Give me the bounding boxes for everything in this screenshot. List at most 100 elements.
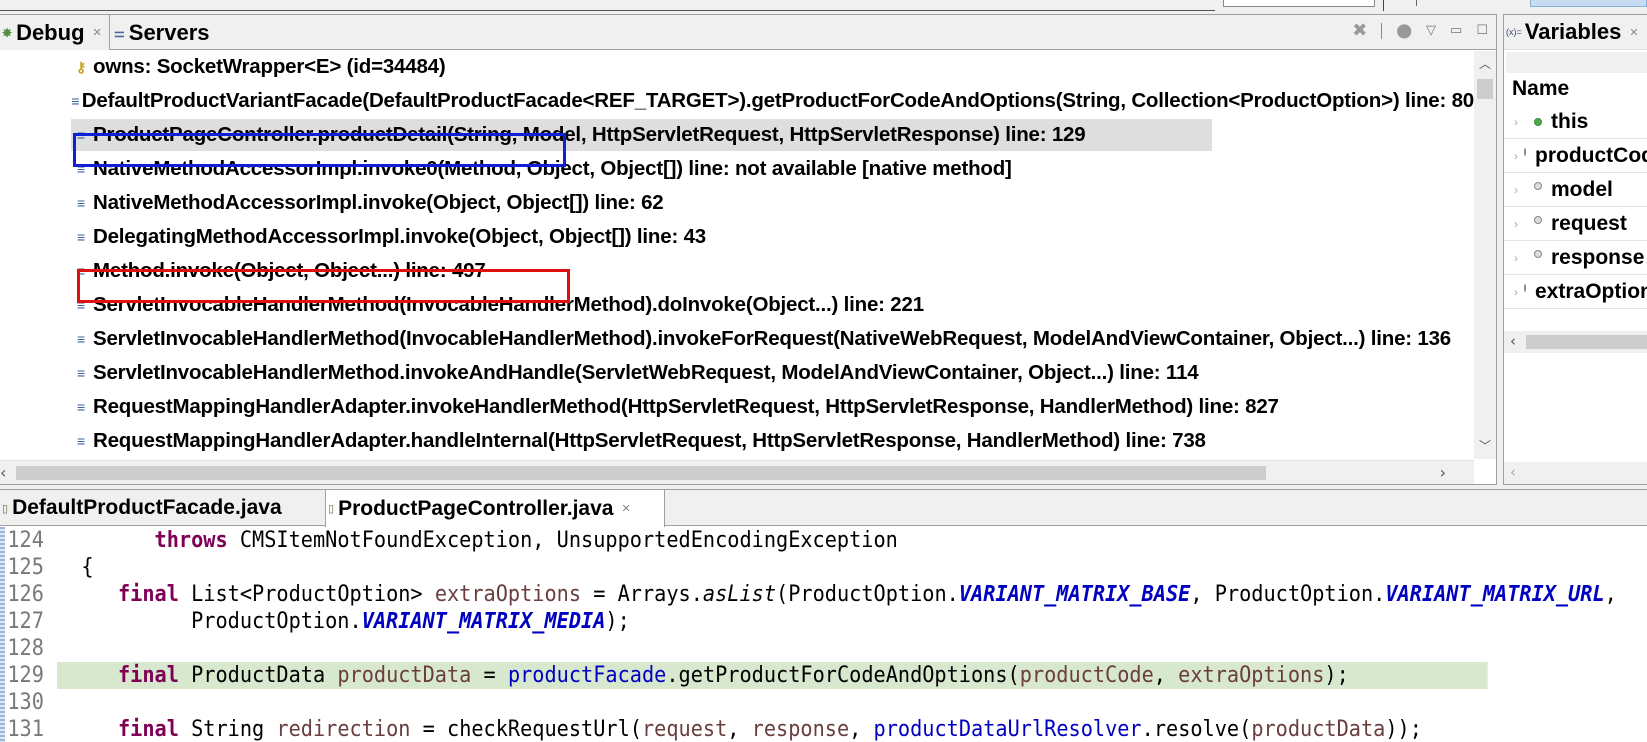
code-token: ); [1324, 663, 1349, 688]
stack-frame[interactable]: ≡ ServletInvocableHandlerMethod.invokeAn… [0, 357, 1474, 389]
scrollbar-thumb[interactable] [1477, 79, 1493, 99]
code-token: , [849, 717, 874, 742]
code-line[interactable]: 127 ProductOption.VARIANT_MATRIX_MEDIA); [0, 608, 1515, 635]
code-area[interactable]: 124 throws CMSItemNotFoundException, Uns… [0, 527, 1647, 742]
close-icon[interactable]: ✕ [93, 26, 102, 39]
stack-frame-icon: ≡ [77, 365, 85, 381]
scroll-up-icon[interactable]: ︿ [1474, 55, 1496, 75]
tab-servers[interactable]: ⚌ Servers [112, 15, 216, 50]
maximize-icon[interactable]: ☐ [1476, 23, 1488, 38]
debug-view: ✵ Debug ✕ ⚌ Servers ✖ ⬤ ▽ ▭ ☐ ⚷ owns: So… [0, 14, 1497, 485]
frame-label: DefaultProductVariantFacade(DefaultProdu… [81, 89, 1474, 112]
variable-row[interactable]: › request [1504, 207, 1647, 241]
line-number: 130 [7, 690, 44, 715]
scroll-left-icon[interactable]: ‹ [0, 463, 6, 482]
code-token: )); [1385, 717, 1422, 742]
close-icon[interactable]: ✕ [1629, 26, 1638, 39]
tab-label: Variables [1524, 19, 1622, 44]
frame-label: owns: SocketWrapper<E> (id=34484) [93, 55, 446, 78]
variable-row[interactable]: › response [1504, 241, 1647, 275]
stack-frame[interactable]: ≡ DelegatingMethodAccessorImpl.invoke(Ob… [0, 221, 1474, 253]
stack-frame-icon: ≡ [77, 399, 85, 415]
code-line[interactable]: 130 [0, 689, 1515, 716]
detail-pane-scrollbar[interactable]: ‹ [1504, 462, 1647, 484]
code-line[interactable]: 125 { [0, 554, 1515, 581]
annotation-box-red [77, 269, 570, 303]
stack-frame[interactable]: ≡ RequestMappingHandlerAdapter.handleInt… [0, 425, 1474, 457]
code-token: final [117, 582, 179, 607]
frame-label: ServletInvocableHandlerMethod(InvocableH… [93, 327, 1452, 350]
code-token: , ProductOption. [1190, 582, 1386, 607]
code-token: VARIANT_MATRIX_BASE [958, 582, 1191, 607]
line-number: 125 [7, 555, 44, 580]
stack-frame[interactable]: ≡ NativeMethodAccessorImpl.invoke(Object… [0, 187, 1474, 219]
code-token: = checkRequestUrl( [410, 717, 642, 742]
tab-label: Servers [128, 19, 210, 45]
scrollbar-thumb[interactable] [1526, 335, 1647, 349]
code-token: , [1604, 582, 1617, 607]
stack-frame-icon: ≡ [77, 433, 85, 449]
perspective-button-debug[interactable] [1530, 0, 1647, 7]
top-toolbar-remnant [0, 0, 1647, 12]
close-icon[interactable]: ✕ [621, 502, 630, 515]
variable-row[interactable]: › model [1504, 173, 1647, 207]
tab-variables[interactable]: (x)= Variables ✕ [1504, 15, 1647, 50]
java-file-icon: ▯ [328, 503, 335, 515]
code-token: productDataUrlResolver [873, 717, 1142, 742]
code-line-current[interactable]: 129 final ProductData productData = prod… [0, 662, 1515, 689]
variable-row[interactable]: › extraOptions [1504, 275, 1647, 309]
scroll-right-icon[interactable]: › [1440, 463, 1446, 482]
scroll-left-icon[interactable]: ‹ [1510, 463, 1516, 481]
debug-view-toolbar: ✖ ⬤ ▽ ▭ ☐ [1352, 20, 1488, 41]
annotation-box-blue [73, 133, 566, 167]
expand-chevron-icon[interactable]: › [1514, 183, 1528, 197]
tab-debug[interactable]: ✵ Debug ✕ [0, 15, 110, 50]
variable-row[interactable]: › this [1504, 105, 1647, 139]
expand-chevron-icon[interactable]: › [1514, 285, 1518, 299]
stack-frame[interactable]: ≡ DefaultProductVariantFacade(DefaultPro… [0, 85, 1474, 117]
editor-tab-product-page-controller[interactable]: ▯ ProductPageController.java ✕ [325, 490, 665, 527]
code-token: (ProductOption. [776, 582, 959, 607]
servers-icon: ⚌ [114, 25, 125, 40]
java-editor: ▯ DefaultProductFacade.java ▯ ProductPag… [0, 489, 1647, 742]
java-file-icon: ▯ [2, 502, 9, 515]
local-variable-icon [1534, 181, 1542, 190]
scroll-down-icon[interactable]: ﹀ [1474, 437, 1496, 457]
horizontal-scrollbar[interactable]: ‹ [1504, 331, 1647, 353]
line-number: 126 [7, 582, 44, 607]
remove-all-terminated-icon[interactable]: ✖ [1352, 20, 1367, 41]
expand-chevron-icon[interactable]: › [1514, 149, 1518, 163]
code-token: VARIANT_MATRIX_MEDIA [361, 609, 606, 634]
expand-chevron-icon[interactable]: › [1514, 251, 1528, 265]
stack-frame-icon: ≡ [71, 93, 80, 109]
vertical-scrollbar[interactable]: ︿ ﹀ [1474, 51, 1496, 459]
view-menu-icon[interactable]: ▽ [1426, 23, 1436, 38]
stack-frame-monitor[interactable]: ⚷ owns: SocketWrapper<E> (id=34484) [0, 51, 1474, 83]
code-token: final [117, 663, 179, 688]
stack-frame-icon: ≡ [77, 331, 85, 347]
stack-frame[interactable]: ≡ ServletInvocableHandlerMethod(Invocabl… [0, 323, 1474, 355]
stack-frame-icon: ≡ [77, 195, 85, 211]
expand-chevron-icon[interactable]: › [1514, 217, 1528, 231]
code-token: String [178, 717, 277, 742]
scrollbar-thumb[interactable] [16, 466, 1266, 480]
code-line[interactable]: 124 throws CMSItemNotFoundException, Uns… [0, 527, 1515, 554]
code-line[interactable]: 126 final List<ProductOption> extraOptio… [0, 581, 1617, 608]
code-token: productData [1251, 717, 1386, 742]
bug-icon: ✵ [2, 25, 13, 40]
editor-tab-default-product-facade[interactable]: ▯ DefaultProductFacade.java [0, 490, 322, 526]
scroll-left-icon[interactable]: ‹ [1510, 332, 1516, 350]
expand-chevron-icon[interactable]: › [1514, 115, 1528, 129]
variable-row[interactable]: › productCode [1504, 139, 1647, 173]
minimize-icon[interactable]: ▭ [1450, 23, 1462, 38]
column-header-name[interactable]: Name [1504, 73, 1647, 105]
code-line[interactable]: 128 [0, 635, 1515, 662]
quick-access-field[interactable] [1223, 0, 1375, 7]
horizontal-scrollbar[interactable]: ‹ › [0, 460, 1474, 484]
code-token: = [471, 663, 508, 688]
code-line[interactable]: 131 final String redirection = checkRequ… [0, 716, 1515, 742]
stack-frame[interactable]: ≡ RequestMappingHandlerAdapter.invokeHan… [0, 391, 1474, 423]
debug-threads-icon[interactable]: ⬤ [1396, 23, 1412, 39]
